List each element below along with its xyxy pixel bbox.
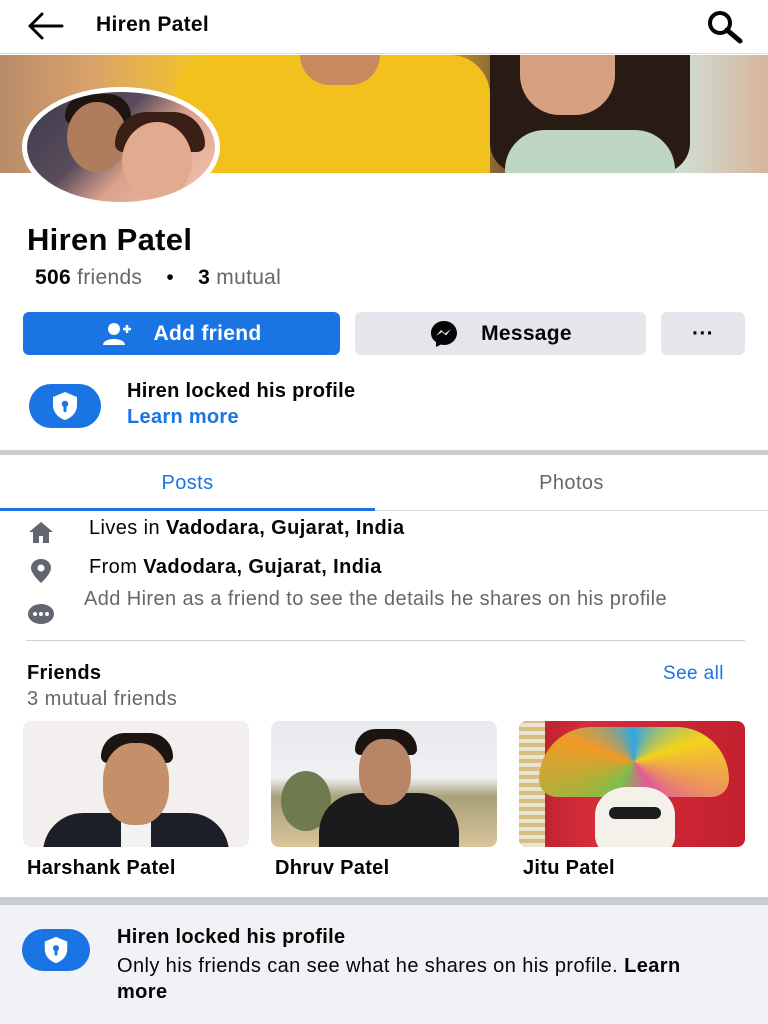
- friend-counts[interactable]: 506 friends • 3 mutual: [35, 266, 281, 290]
- more-dots-icon: [26, 601, 56, 627]
- top-bar: Hiren Patel: [0, 0, 768, 54]
- tab-photos[interactable]: Photos: [375, 458, 768, 508]
- friend-photo-jitu[interactable]: [519, 721, 745, 847]
- tab-posts[interactable]: Posts: [0, 458, 375, 508]
- add-person-icon: [102, 322, 132, 346]
- profile-name: Hiren Patel: [27, 222, 193, 257]
- mutual-friends-count: 3 mutual friends: [27, 688, 178, 710]
- add-friend-button[interactable]: Add friend: [23, 312, 340, 355]
- section-divider: [0, 450, 768, 455]
- more-info-text: Add Hiren as a friend to see the details…: [84, 588, 667, 610]
- shield-lock-icon: [22, 929, 90, 971]
- intro-from: From Vadodara, Gujarat, India: [0, 556, 768, 586]
- profile-avatar[interactable]: [22, 87, 220, 207]
- bottom-notice-text: Only his friends can see what he shares …: [117, 953, 737, 1005]
- bottom-notice-title: Hiren locked his profile: [117, 926, 346, 948]
- bottom-divider: [0, 897, 768, 905]
- bottom-notice-body: Only his friends can see what he shares …: [117, 955, 619, 977]
- bottom-locked-notice: Hiren locked his profile Only his friend…: [0, 905, 768, 1024]
- friends-count: 506: [35, 266, 71, 289]
- friends-heading: Friends: [27, 662, 102, 684]
- intro-lives-in: Lives in Vadodara, Gujarat, India: [0, 517, 768, 547]
- friends-label: friends: [77, 266, 143, 289]
- see-all-link[interactable]: See all: [663, 663, 724, 685]
- messenger-icon: [429, 319, 459, 349]
- more-options-icon: ···: [692, 321, 714, 345]
- friend-photo-harshank[interactable]: [23, 721, 249, 847]
- lives-prefix: Lives in: [89, 517, 161, 539]
- lives-place: Vadodara, Gujarat, India: [165, 517, 405, 539]
- mutual-label: mutual: [216, 266, 282, 289]
- page-title: Hiren Patel: [96, 13, 210, 36]
- count-separator: •: [166, 266, 175, 289]
- friend-photo-dhruv[interactable]: [271, 721, 497, 847]
- from-prefix: From: [89, 556, 138, 578]
- home-icon: [26, 519, 56, 545]
- friend-name-dhruv[interactable]: Dhruv Patel: [275, 857, 389, 880]
- friend-name-harshank[interactable]: Harshank Patel: [27, 857, 176, 880]
- location-pin-icon: [26, 558, 56, 584]
- more-options-button[interactable]: ···: [661, 312, 745, 355]
- intro-more-info: Add Hiren as a friend to see the details…: [0, 587, 768, 639]
- from-place: Vadodara, Gujarat, India: [143, 556, 382, 578]
- mutual-count: 3: [198, 266, 211, 289]
- active-tab-indicator: [0, 508, 375, 511]
- search-icon[interactable]: [702, 8, 746, 44]
- message-button[interactable]: Message: [355, 312, 646, 355]
- intro-divider: [26, 640, 745, 641]
- learn-more-link[interactable]: Learn more: [127, 406, 239, 429]
- locked-title: Hiren locked his profile: [127, 380, 356, 402]
- add-friend-label: Add friend: [153, 321, 262, 345]
- back-arrow-icon[interactable]: [26, 10, 66, 42]
- shield-lock-icon: [29, 384, 101, 428]
- friend-name-jitu[interactable]: Jitu Patel: [523, 857, 615, 880]
- message-label: Message: [481, 321, 572, 345]
- locked-profile-notice: Hiren locked his profile Learn more: [0, 372, 768, 450]
